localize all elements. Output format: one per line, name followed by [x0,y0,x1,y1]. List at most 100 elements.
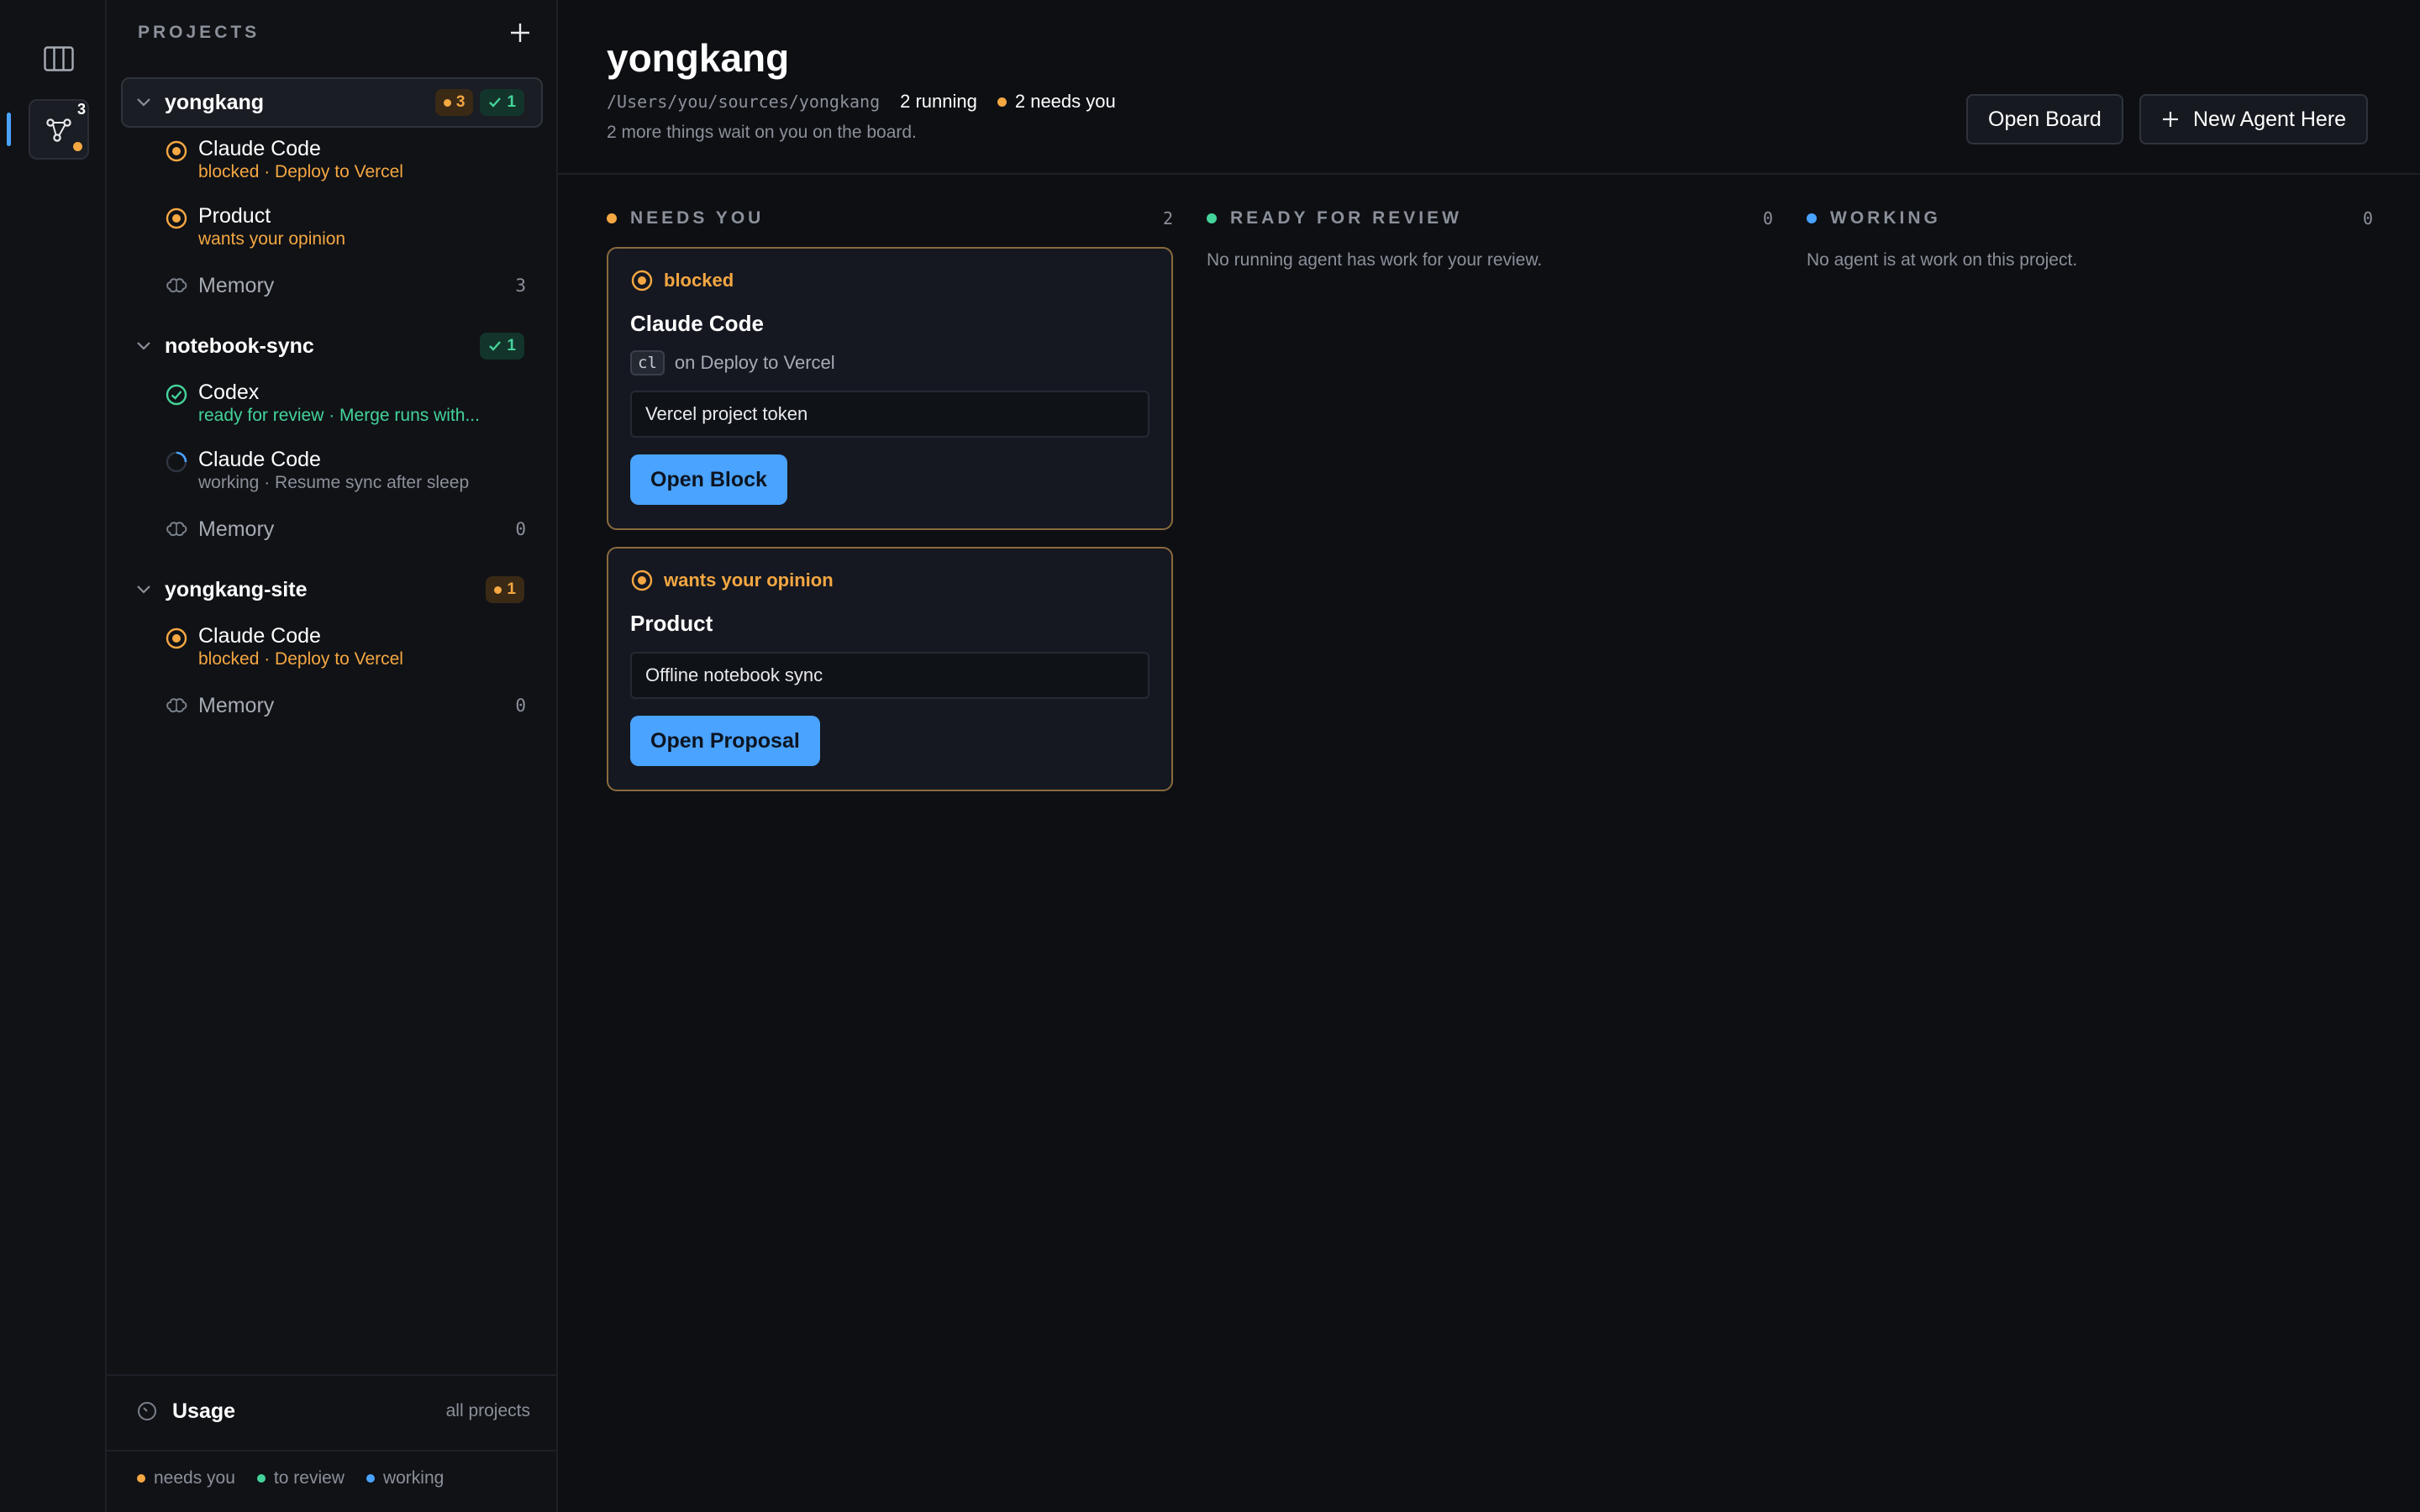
agent-status-text: blocked · Deploy to Vercel [198,649,403,669]
projects-header: PROJECTS [138,20,533,45]
needs-you-dot [73,142,82,151]
column-header: WORKING 0 [1807,202,2373,235]
memory-label: Memory [198,517,275,541]
spinner-icon [166,451,187,473]
agent-item[interactable]: Claude Code blocked · Deploy to Vercel [121,615,543,682]
card-title: Product [630,611,713,636]
board-columns-icon[interactable] [29,29,89,89]
projects-label: PROJECTS [138,23,260,42]
needs-count: 1 [507,580,516,598]
column-title: READY FOR REVIEW [1230,208,1462,228]
running-count: 2 running [900,91,977,112]
blocked-status-icon [166,140,187,162]
project-yongkang: yongkang 3 1 Claude Code blocked · Deplo… [121,77,543,309]
agent-status-text: blocked · Deploy to Vercel [198,162,403,181]
agent-status-text: working · Resume sync after sleep [198,473,470,492]
card-status: blocked [630,269,1150,292]
legend-label: to review [273,1468,345,1488]
divider [558,173,2420,175]
open-proposal-button[interactable]: Open Proposal [630,716,820,766]
legend-label: working [382,1468,445,1488]
needs-dot [494,585,502,594]
column-header: READY FOR REVIEW 0 [1207,202,1773,235]
check-circle-icon [166,384,187,406]
active-indicator [7,113,11,146]
needs-text: 2 needs you [1014,91,1116,112]
review-badge: 1 [480,89,524,116]
card-status-label: blocked [664,270,734,291]
usage-label: Usage [172,1399,236,1423]
blocked-status-icon [166,627,187,649]
rail-project-button[interactable]: 3 [29,99,89,160]
needs-you-badge: 1 [486,576,524,603]
projects-sidebar: PROJECTS yongkang 3 1 Claude Code blocke… [107,0,558,1512]
needs-count: 3 [455,93,466,111]
open-board-button[interactable]: Open Board [1966,94,2123,144]
memory-item[interactable]: Memory 0 [121,682,543,729]
review-dot [256,1474,266,1483]
memory-count: 0 [515,519,526,539]
agent-item[interactable]: Codex ready for review · Merge runs with… [121,371,543,438]
divider [107,1374,558,1376]
agent-item[interactable]: Product wants your opinion [121,195,543,262]
divider [107,1450,558,1452]
status-legend: needs you to review working [137,1468,444,1488]
memory-item[interactable]: Memory 3 [121,262,543,309]
agent-card[interactable]: blocked Claude Code cl on Deploy to Verc… [607,247,1173,530]
check-icon [489,341,502,351]
memory-count: 3 [515,276,526,296]
columns-icon [44,46,74,71]
needs-dot [607,213,617,223]
open-block-button[interactable]: Open Block [630,454,787,505]
memory-item[interactable]: Memory 0 [121,506,543,553]
project-row-yongkang[interactable]: yongkang 3 1 [121,77,543,128]
memory-label: Memory [198,693,275,717]
review-dot [1207,213,1217,223]
column-count: 0 [2362,208,2373,228]
agent-name: Codex [198,381,260,404]
chevron-down-icon[interactable] [131,90,156,115]
needs-status-icon [631,570,653,591]
agent-tag: cl [630,350,665,375]
chevron-down-icon[interactable] [131,333,156,359]
agent-item[interactable]: Claude Code blocked · Deploy to Vercel [121,128,543,195]
project-yongkang-site: yongkang-site 1 Claude Code blocked · De… [121,564,543,729]
column-count: 2 [1162,208,1173,228]
chevron-down-icon[interactable] [131,577,156,602]
agent-name: Product [198,204,271,228]
column-ready-for-review: READY FOR REVIEW 0 No running agent has … [1207,202,1773,270]
rail-project-count: 3 [76,101,86,118]
plus-icon [511,24,529,42]
column-title: WORKING [1830,208,1941,228]
needs-count: 2 needs you [997,91,1116,113]
empty-state: No running agent has work for your revie… [1207,250,1543,270]
usage-row[interactable]: Usage all projects [137,1394,530,1428]
project-name: yongkang-site [165,577,308,601]
review-count: 1 [507,93,516,111]
check-icon [489,97,502,108]
needs-dot [443,98,451,107]
wait-text: 2 more things wait on you on the board. [607,123,917,142]
review-count: 1 [507,337,516,354]
add-project-button[interactable] [508,20,533,45]
agent-card[interactable]: wants your opinion Product Offline noteb… [607,547,1173,791]
legend-needs-you: needs you [137,1468,235,1488]
project-row-notebook-sync[interactable]: notebook-sync 1 [121,321,543,371]
usage-scope: all projects [445,1401,530,1420]
brain-icon [166,698,187,713]
project-name: notebook-sync [165,333,314,358]
new-agent-button[interactable]: New Agent Here [2139,94,2369,144]
needs-dot [137,1474,145,1483]
working-dot [1807,213,1817,223]
column-title: NEEDS YOU [630,208,765,228]
project-row-yongkang-site[interactable]: yongkang-site 1 [121,564,543,615]
agent-name: Claude Code [198,137,321,160]
agent-item[interactable]: Claude Code working · Resume sync after … [121,438,543,506]
card-request-field: Vercel project token [630,391,1150,438]
column-count: 0 [1762,208,1773,228]
main-board: yongkang /Users/you/sources/yongkang 2 r… [558,0,2420,1512]
agent-name: Claude Code [198,448,321,471]
gauge-icon [138,1402,156,1420]
empty-state: No agent is at work on this project. [1807,250,2078,270]
needs-dot [997,97,1007,107]
